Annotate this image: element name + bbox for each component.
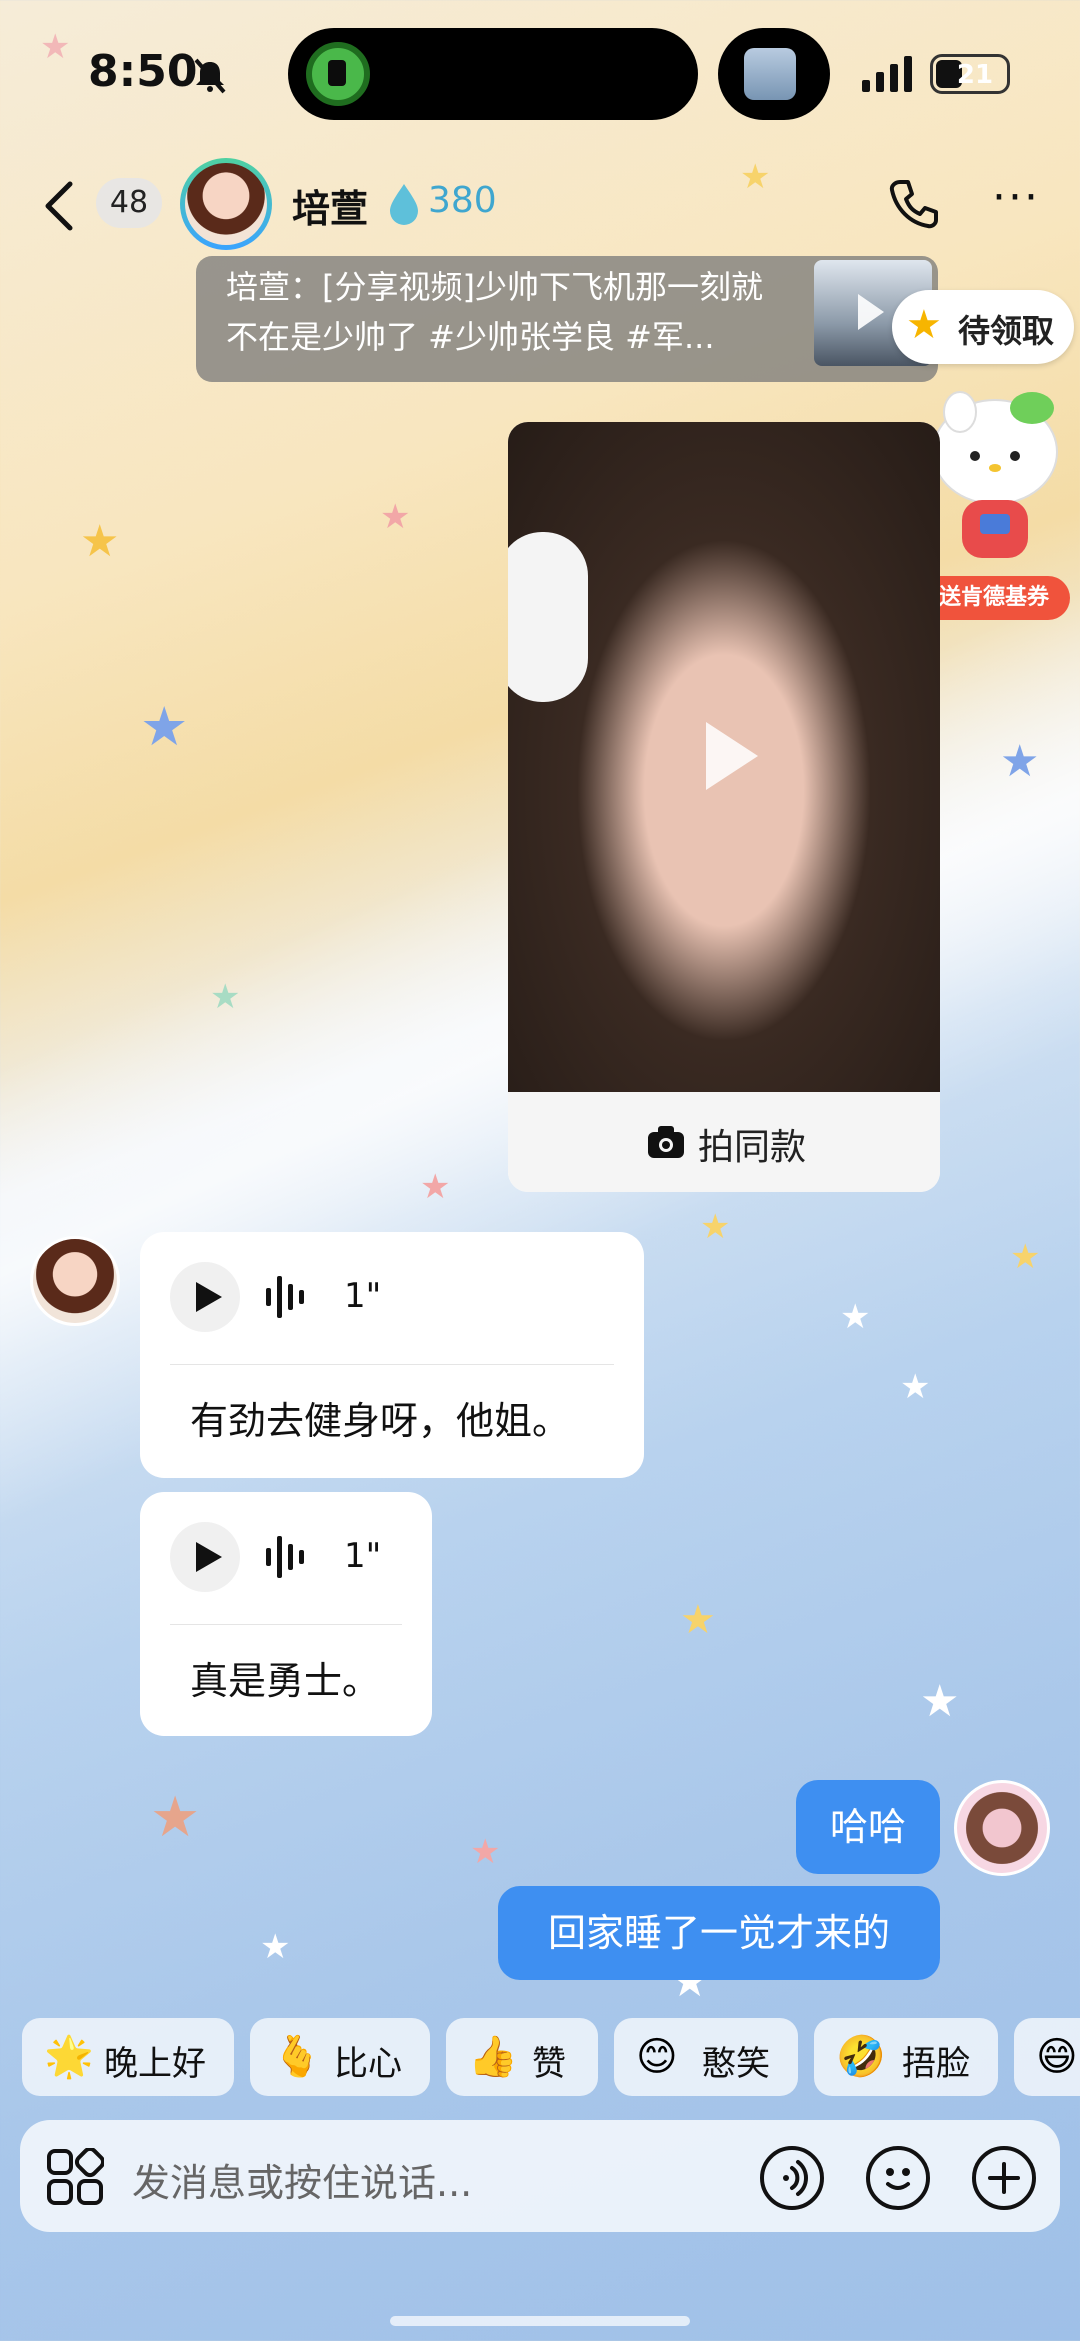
photo-thumb-icon [744, 48, 796, 100]
bell-muted-icon [194, 58, 226, 94]
plus-icon [988, 2162, 1020, 2194]
quick-reply-chip[interactable]: 🤣 捂脸 [814, 2018, 998, 2096]
more-options-button[interactable]: ··· [988, 176, 1044, 230]
star-decoration: ★ [1000, 736, 1040, 787]
star-badge-icon: ★ [906, 302, 942, 348]
dynamic-island[interactable] [288, 28, 698, 120]
smile-emoji-icon: 😄 [1036, 2034, 1078, 2080]
phone-call-button[interactable] [886, 176, 942, 232]
quick-reply-label: 晚上好 [104, 2044, 206, 2084]
bunny-sticker [508, 532, 588, 702]
camera-icon [648, 1126, 684, 1158]
waveform-icon [266, 1536, 304, 1578]
spark-count: 380 [428, 180, 497, 221]
quick-reply-bar: 🌟 晚上好 🫰 比心 👍 赞 😊 憨笑 🤣 捂脸 😄 [0, 2018, 1080, 2098]
voice-play-button[interactable] [170, 1262, 240, 1332]
quick-reply-label: 憨笑 [702, 2044, 770, 2084]
unread-count-badge[interactable]: 48 [96, 178, 162, 228]
voice-duration: 1" [344, 1276, 382, 1316]
heart-hands-emoji-icon: 🫰 [272, 2034, 322, 2080]
quick-reply-chip[interactable]: 😄 [1014, 2018, 1080, 2096]
quick-reply-label: 比心 [334, 2044, 402, 2084]
star-decoration: ★ [700, 1207, 731, 1247]
battery-level: 21 [956, 60, 994, 90]
divider [170, 1364, 614, 1365]
star-emoji-icon: 🌟 [44, 2034, 94, 2080]
waveform-icon [266, 1276, 304, 1318]
sent-message[interactable]: 哈哈 [796, 1780, 940, 1874]
star-decoration: ★ [470, 1832, 501, 1872]
spark-drop-icon [390, 184, 418, 225]
quick-reply-label: 赞 [532, 2044, 566, 2084]
play-icon[interactable] [706, 722, 758, 790]
voice-input-button[interactable] [760, 2146, 824, 2210]
contact-name[interactable]: 培萱 [292, 178, 368, 233]
star-decoration: ★ [420, 1167, 451, 1207]
sound-wave-icon [783, 2160, 808, 2196]
grin-emoji-icon: 😊 [636, 2034, 678, 2080]
voice-duration: 1" [344, 1536, 382, 1576]
battery-icon: 21 [930, 54, 1010, 94]
star-decoration: ★ [260, 1927, 291, 1967]
sent-message[interactable]: 回家睡了一觉才来的 [498, 1886, 940, 1980]
star-decoration: ★ [380, 497, 411, 537]
contact-avatar-small[interactable] [30, 1236, 120, 1326]
shared-video-card[interactable]: 培萱：[分享视频]少帅下飞机那一刻就不在是少帅了 #少帅张学良 #军... [196, 256, 938, 382]
star-decoration: ★ [920, 1676, 960, 1727]
home-indicator[interactable] [390, 2316, 690, 2326]
shared-video-text: 培萱：[分享视频]少帅下飞机那一刻就不在是少帅了 #少帅张学良 #军... [226, 268, 763, 356]
message-input-bar: 发消息或按住说话... [20, 2120, 1060, 2232]
mascot-sticker[interactable] [920, 382, 1070, 572]
star-decoration: ★ [680, 1597, 716, 1643]
star-decoration: ★ [150, 1785, 201, 1850]
apps-grid-icon[interactable] [46, 2148, 104, 2206]
star-decoration: ★ [140, 695, 189, 758]
quick-reply-chip[interactable]: 🌟 晚上好 [22, 2018, 234, 2096]
camera-island [718, 28, 830, 120]
thumbs-up-emoji-icon: 👍 [468, 2034, 518, 2080]
quick-reply-chip[interactable]: 👍 赞 [446, 2018, 598, 2096]
quick-reply-chip[interactable]: 🫰 比心 [250, 2018, 430, 2096]
star-decoration: ★ [210, 977, 241, 1017]
star-decoration: ★ [900, 1367, 931, 1407]
add-attachment-button[interactable] [972, 2146, 1036, 2210]
pending-reward-label: 待领取 [958, 312, 1055, 350]
star-decoration: ★ [840, 1297, 871, 1337]
voice-transcript: 有劲去健身呀，他姐。 [190, 1399, 571, 1443]
voice-message[interactable]: 1" 有劲去健身呀，他姐。 [140, 1232, 644, 1478]
status-time: 8:50 [88, 46, 198, 97]
my-avatar[interactable] [954, 1780, 1050, 1876]
back-button[interactable] [36, 176, 84, 236]
video-preview[interactable] [508, 422, 940, 1092]
star-decoration: ★ [740, 157, 771, 197]
star-decoration: ★ [80, 516, 120, 567]
kfc-coupon-badge[interactable]: 送肯德基券 [918, 576, 1070, 620]
smiley-icon [886, 2168, 910, 2190]
quick-reply-label: 捂脸 [902, 2044, 970, 2084]
divider [170, 1624, 402, 1625]
voice-transcript: 真是勇士。 [190, 1659, 381, 1703]
signal-icon [862, 56, 912, 92]
voice-message[interactable]: 1" 真是勇士。 [140, 1492, 432, 1736]
emoji-button[interactable] [866, 2146, 930, 2210]
message-input[interactable]: 发消息或按住说话... [132, 2152, 472, 2207]
contact-avatar[interactable] [180, 158, 272, 250]
video-message[interactable]: 拍同款 [508, 422, 940, 1192]
star-decoration: ★ [40, 27, 71, 67]
shoot-same-label: 拍同款 [698, 1127, 807, 1168]
play-icon [858, 294, 884, 330]
facepalm-emoji-icon: 🤣 [836, 2034, 886, 2080]
activity-ring-icon [306, 42, 370, 106]
voice-play-button[interactable] [170, 1522, 240, 1592]
quick-reply-chip[interactable]: 😊 憨笑 [614, 2018, 798, 2096]
pending-reward-button[interactable]: ★ 待领取 [892, 290, 1074, 364]
shoot-same-button[interactable]: 拍同款 [508, 1092, 940, 1192]
star-decoration: ★ [1010, 1237, 1041, 1277]
